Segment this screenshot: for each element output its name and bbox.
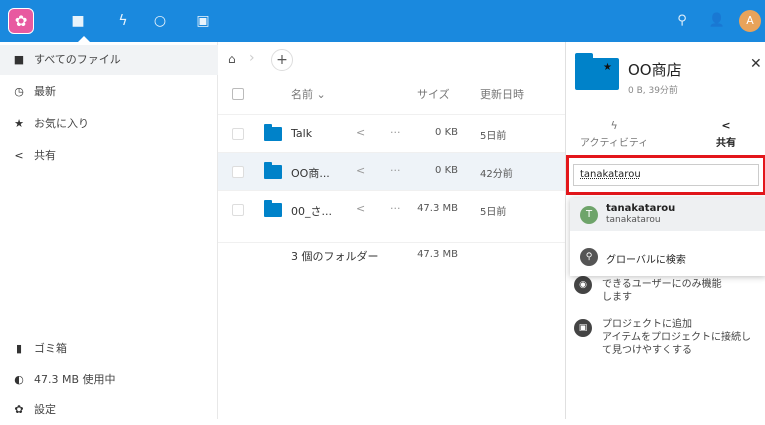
top-bar: ✿ ■ ϟ ○ ▣ ⚲ 👤 A	[0, 0, 765, 42]
share-search-input[interactable]: tanakatarou	[573, 164, 759, 186]
global-search-label: グローバルに検索	[606, 255, 686, 266]
project-icon: ▣	[574, 319, 592, 337]
suggestion-name: tanakatarou	[606, 203, 676, 214]
avatar[interactable]: A	[739, 10, 761, 32]
user-icon: ◉	[574, 276, 592, 294]
file-size: 47.3 MB	[417, 203, 458, 214]
file-date: 5日前	[480, 131, 507, 142]
name-column-header[interactable]: 名前 ⌄	[291, 86, 326, 102]
info-line: します	[602, 292, 632, 303]
sidebar-item-favorites[interactable]: ★ お気に入り	[0, 109, 218, 139]
sidebar-item-settings[interactable]: ✿ 設定	[0, 395, 218, 425]
sidebar-item-all-files[interactable]: ■ すべてのファイル	[0, 45, 218, 75]
folder-icon	[264, 200, 282, 217]
date-column-header[interactable]: 更新日時	[480, 86, 524, 102]
file-name[interactable]: Talk	[291, 127, 312, 140]
tab-label: アクティビティ	[580, 138, 649, 149]
panel-subtitle: 0 B, 39分前	[628, 86, 678, 96]
quota-icon: ◐	[14, 373, 24, 386]
gear-icon: ✿	[14, 403, 24, 416]
share-icon[interactable]: <	[356, 126, 365, 139]
tab-label: 共有	[716, 138, 736, 149]
trash-icon: ▮	[15, 342, 23, 355]
sidebar-item-shared[interactable]: < 共有	[0, 141, 218, 171]
sidebar-item-label: すべてのファイル	[34, 53, 121, 66]
search-icon[interactable]: ⚲	[672, 11, 692, 31]
add-button[interactable]: +	[271, 49, 293, 71]
file-date: 5日前	[480, 207, 507, 218]
suggestion-sub: tanakatarou	[606, 215, 661, 225]
search-icon: ⚲	[580, 248, 598, 266]
details-panel: ★ OO商店 0 B, 39分前 ✕ ϟ アクティビティ < 共有 tanaka…	[565, 42, 765, 419]
project-line: アイテムをプロジェクトに接続し	[602, 332, 751, 343]
sidebar-item-label: ゴミ箱	[34, 342, 67, 355]
home-icon[interactable]: ⌂	[228, 52, 236, 66]
folder-icon	[575, 53, 619, 90]
calendar-icon[interactable]: ▣	[193, 11, 213, 31]
row-checkbox[interactable]	[232, 204, 244, 216]
total-size: 47.3 MB	[417, 249, 458, 260]
table-row[interactable]: 00_さ... < ··· 47.3 MB 5日前	[218, 190, 565, 228]
project-line: て見つけやすくする	[602, 345, 692, 356]
star-icon: ★	[14, 117, 24, 130]
more-icon[interactable]: ···	[390, 202, 401, 215]
panel-title: OO商店	[628, 61, 682, 79]
tab-sharing[interactable]: < 共有	[716, 119, 736, 149]
info-line: できるユーザーにのみ機能	[602, 279, 722, 290]
file-summary: 3 個のフォルダー 47.3 MB	[218, 242, 565, 272]
sidebar: ■ すべてのファイル ◷ 最新 ★ お気に入り < 共有 ▮ ゴミ箱 ◐ 47.…	[0, 42, 218, 419]
folder-icon: ■	[13, 53, 25, 66]
share-icon: <	[14, 149, 24, 162]
autocomplete-dropdown: T tanakatarou tanakatarou ⚲ グローバルに検索	[570, 198, 765, 276]
file-date: 42分前	[480, 169, 513, 180]
info-text: できるユーザーにのみ機能 します	[602, 278, 722, 304]
global-search-item[interactable]: ⚲ グローバルに検索	[570, 243, 765, 271]
table-row[interactable]: Talk < ··· 0 KB 5日前	[218, 114, 565, 152]
avatar: T	[580, 206, 598, 224]
star-icon[interactable]: ★	[603, 62, 612, 73]
share-icon: <	[721, 119, 731, 132]
contacts-icon[interactable]: 👤	[707, 11, 727, 31]
sidebar-item-trash[interactable]: ▮ ゴミ箱	[0, 334, 218, 364]
file-name[interactable]: OO商...	[291, 165, 330, 181]
select-all-checkbox[interactable]	[232, 88, 244, 100]
file-name[interactable]: 00_さ...	[291, 203, 332, 219]
project-title: プロジェクトに追加	[602, 319, 692, 330]
suggestion-item[interactable]: T tanakatarou tanakatarou	[570, 198, 765, 231]
breadcrumb-separator: ›	[249, 50, 255, 66]
more-icon[interactable]: ···	[390, 126, 401, 139]
close-icon[interactable]: ✕	[750, 56, 762, 72]
project-text[interactable]: プロジェクトに追加 アイテムをプロジェクトに接続し て見つけやすくする	[602, 318, 751, 357]
sidebar-item-recent[interactable]: ◷ 最新	[0, 77, 218, 107]
sidebar-item-label: お気に入り	[34, 117, 89, 130]
tab-activity[interactable]: ϟ アクティビティ	[580, 119, 648, 149]
folder-icon	[264, 124, 282, 141]
activity-icon[interactable]: ϟ	[113, 11, 133, 31]
share-icon[interactable]: <	[356, 164, 365, 177]
search-icon[interactable]: ○	[150, 11, 170, 31]
file-size: 0 KB	[435, 165, 458, 176]
folder-icon	[264, 162, 282, 179]
sidebar-item-label: 最新	[34, 85, 56, 98]
nextcloud-logo-icon[interactable]: ✿	[8, 8, 34, 34]
file-size: 0 KB	[435, 127, 458, 138]
table-row[interactable]: OO商... < ··· 0 KB 42分前	[218, 152, 565, 190]
size-column-header[interactable]: サイズ	[417, 86, 450, 102]
activity-icon: ϟ	[610, 119, 618, 132]
files-icon[interactable]: ■	[68, 11, 88, 31]
row-checkbox[interactable]	[232, 166, 244, 178]
folder-count: 3 個のフォルダー	[291, 250, 379, 263]
file-list: ⌂ › + 名前 ⌄ サイズ 更新日時 Talk < ··· 0 KB 5日前 …	[218, 42, 565, 419]
sidebar-item-label: 共有	[34, 149, 56, 162]
sidebar-item-label: 設定	[34, 403, 56, 416]
sidebar-item-label: 47.3 MB 使用中	[34, 373, 116, 386]
row-checkbox[interactable]	[232, 128, 244, 140]
sidebar-item-quota: ◐ 47.3 MB 使用中	[0, 365, 218, 395]
share-icon[interactable]: <	[356, 202, 365, 215]
more-icon[interactable]: ···	[390, 164, 401, 177]
clock-icon: ◷	[14, 85, 24, 98]
